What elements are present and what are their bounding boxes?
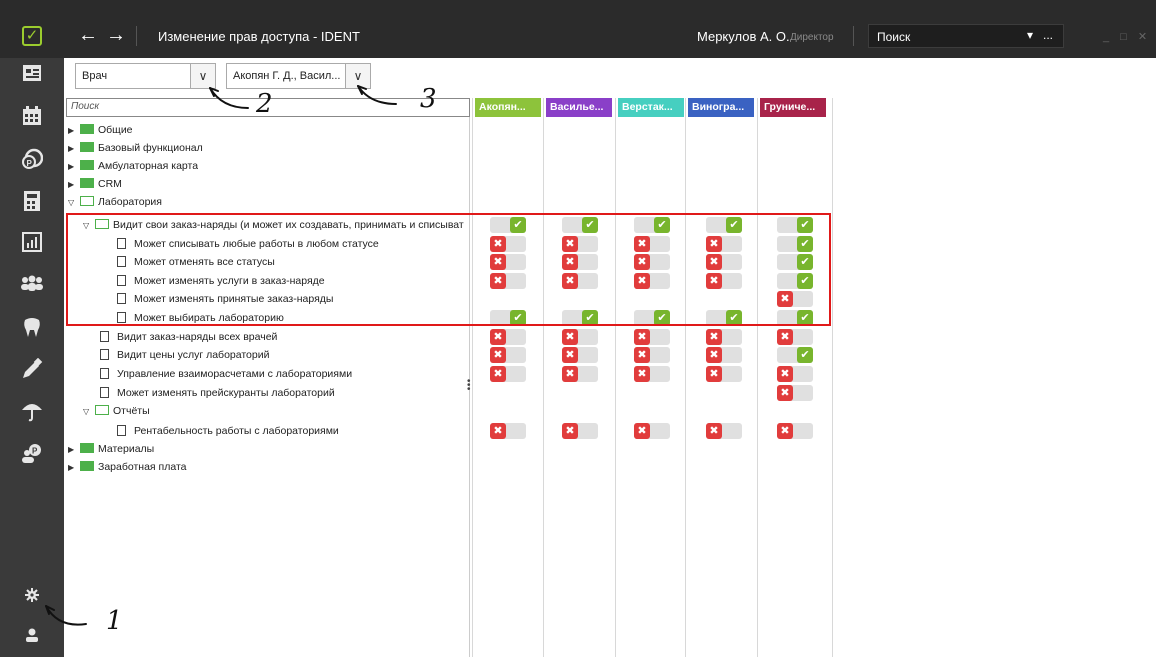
annotation-label-3: 3 [420,84,437,114]
annotation-label-2: 2 [256,89,273,119]
annotation-arrows [45,85,397,626]
annotation-label-1: 1 [106,606,123,636]
